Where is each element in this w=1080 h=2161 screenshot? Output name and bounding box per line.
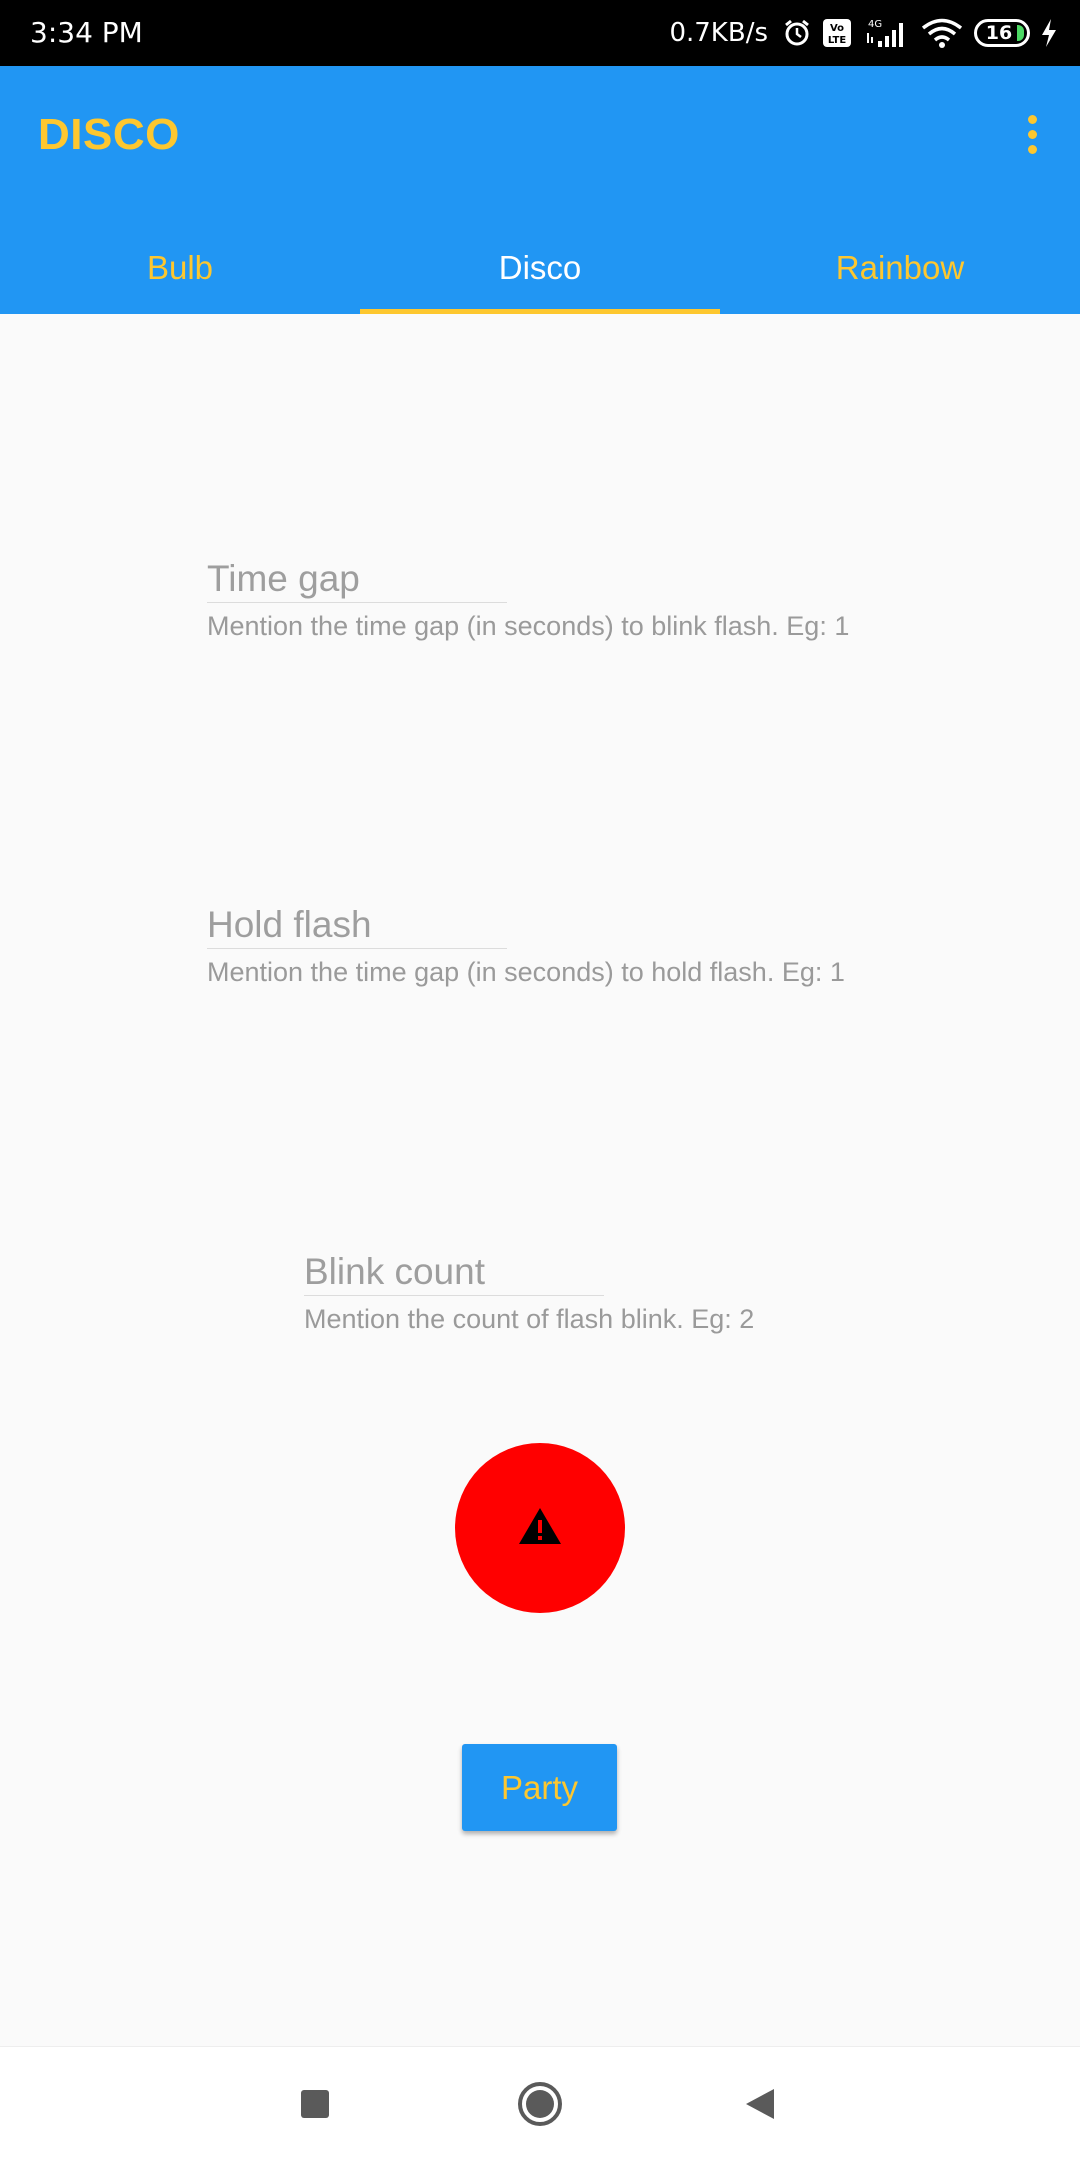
blink-count-helper: Mention the count of flash blink. Eg: 2 (304, 1304, 755, 1334)
alarm-icon (782, 18, 812, 48)
wifi-icon (920, 17, 964, 49)
tab-bulb[interactable]: Bulb (0, 222, 360, 314)
recents-icon[interactable] (280, 2069, 350, 2139)
volte-icon: Vo LTE (822, 18, 852, 48)
status-icons: 0.7KB/s Vo LTE 4G 16 (669, 12, 1058, 54)
party-button[interactable]: Party (462, 1744, 617, 1831)
status-time: 3:34 PM (30, 16, 143, 49)
warning-icon (517, 1506, 563, 1551)
more-vert-icon[interactable] (1008, 104, 1056, 164)
navigation-bar (0, 2046, 1080, 2161)
svg-text:4G: 4G (868, 19, 882, 30)
status-indicator (455, 1443, 625, 1613)
svg-text:LTE: LTE (828, 35, 847, 46)
status-bar: 3:34 PM 0.7KB/s Vo LTE 4G 16 (0, 0, 1080, 66)
hold-flash-helper: Mention the time gap (in seconds) to hol… (207, 957, 845, 987)
app-title: DISCO (38, 110, 180, 159)
tab-disco[interactable]: Disco (360, 222, 720, 314)
tab-bar: Bulb Disco Rainbow (0, 222, 1080, 314)
blink-count-field: Mention the count of flash blink. Eg: 2 (304, 1251, 754, 1335)
time-gap-input[interactable] (207, 558, 507, 603)
battery-icon: 16 (974, 19, 1030, 47)
svg-text:Vo: Vo (830, 23, 844, 34)
tab-rainbow[interactable]: Rainbow (720, 222, 1080, 314)
blink-count-input[interactable] (304, 1251, 604, 1296)
signal-4g-icon: 4G (862, 17, 910, 49)
home-icon[interactable] (505, 2069, 575, 2139)
time-gap-helper: Mention the time gap (in seconds) to bli… (207, 611, 850, 641)
network-speed: 0.7KB/s (669, 18, 768, 48)
back-icon[interactable] (725, 2069, 795, 2139)
charging-icon (1040, 18, 1058, 48)
battery-level: 16 (985, 22, 1013, 44)
app-bar: DISCO Bulb Disco Rainbow (0, 66, 1080, 314)
time-gap-field: Mention the time gap (in seconds) to bli… (207, 558, 849, 642)
hold-flash-field: Mention the time gap (in seconds) to hol… (207, 904, 845, 988)
hold-flash-input[interactable] (207, 904, 507, 949)
